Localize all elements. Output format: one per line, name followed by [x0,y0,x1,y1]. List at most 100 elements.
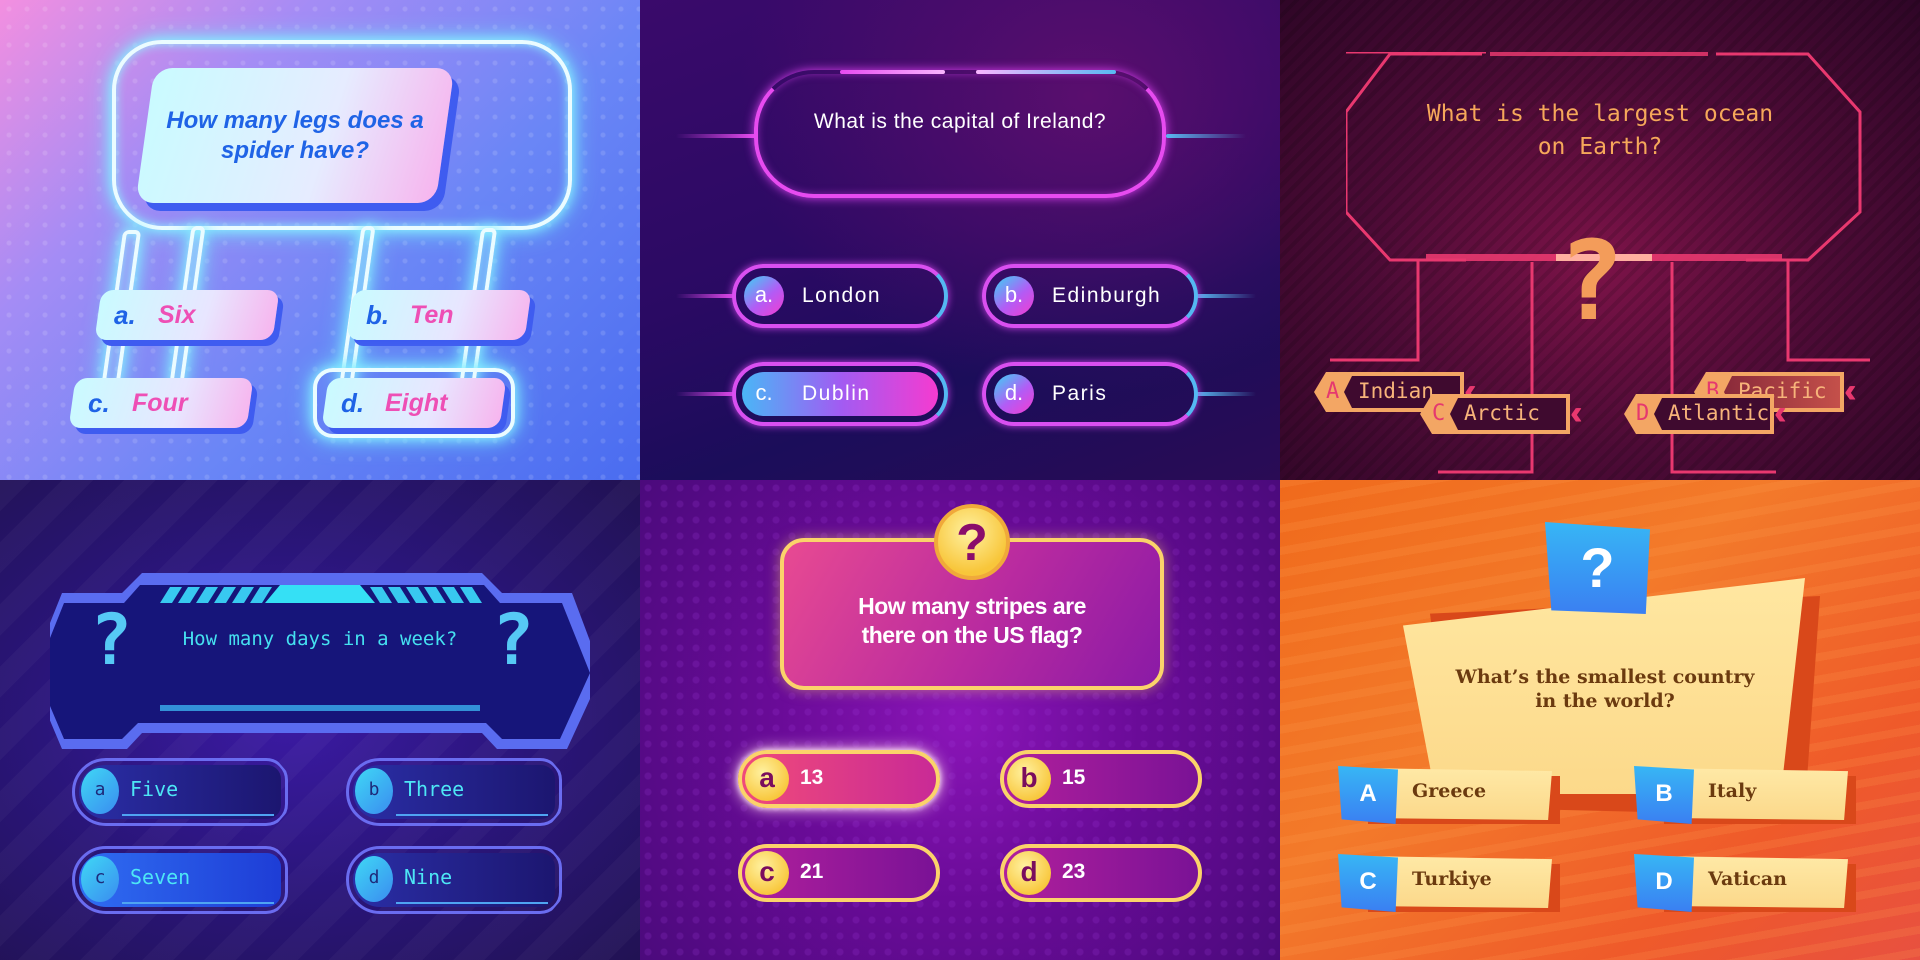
neon-line [840,70,945,74]
answer-a-selected[interactable]: a 13 [738,750,940,808]
answer-c-final[interactable]: C Arctic ‹‹ [1420,394,1600,434]
question-text: What is the largest ocean on Earth? [1360,98,1840,164]
answer-letter: b [355,768,393,814]
answer-text: Nine [404,865,453,889]
answer-a[interactable]: a. Six [94,290,280,340]
answer-text: Dublin [802,382,871,405]
answer-letter-badge: C [1338,854,1398,912]
answer-letter: d [1007,851,1051,895]
answer-d[interactable]: d. Paris [982,362,1198,426]
answer-letter: C [1432,401,1446,426]
answer-letter: a [745,757,789,801]
answer-text: Atlantic [1668,401,1770,425]
answer-d[interactable]: D Vatican [1634,852,1858,914]
quiz-panel-ireland: What is the capital of Ireland? a. Londo… [640,0,1280,480]
neon-line [676,392,736,396]
answer-b[interactable]: B Italy [1634,764,1858,826]
answer-b[interactable]: b. Ten [346,290,532,340]
answer-c[interactable]: c 21 [738,844,940,902]
question-line-1: What is the largest ocean [1426,101,1774,127]
neon-line [676,134,756,138]
answer-b[interactable]: b. Edinburgh [982,264,1198,328]
neon-line [676,294,736,298]
answer-a[interactable]: A Greece [1338,764,1562,826]
answer-text: Three [404,777,465,801]
chevron-left-icon: ‹‹ [1570,394,1582,432]
answer-letter: b. [366,300,390,330]
quiz-template-collage: How many legs does a spider have? a. Six… [0,0,1920,960]
neon-line [976,70,1116,74]
question-text: How many stripes are there on the US fla… [790,592,1154,650]
answer-text: Greece [1412,780,1487,802]
answer-c[interactable]: c. Four [68,378,254,428]
answer-d[interactable]: d Nine [346,846,562,914]
answer-letter: d [355,856,393,902]
answer-text: 23 [1062,860,1086,883]
answer-text: Five [130,777,179,801]
answer-letter: A [1326,379,1340,404]
answer-d-selected[interactable]: d. Eight [313,368,515,438]
answer-letter-badge: B [1634,766,1694,824]
answer-d[interactable]: d 23 [1000,844,1202,902]
answer-letter: D [1636,401,1650,426]
quiz-panel-ocean: What is the largest ocean on Earth? ? A … [1280,0,1920,480]
answer-b[interactable]: b Three [346,758,562,826]
answer-letter: d. [994,374,1034,414]
answer-c-selected[interactable]: c. Dublin [732,362,948,426]
neon-line [1196,392,1256,396]
question-text: What’s the smallest country in the world… [1440,665,1770,713]
quiz-panel-week: ? ? How many days in a week? a Five b Th… [0,480,640,960]
question-line-1: What’s the smallest country [1455,666,1755,688]
question-mark-icon: ? [1545,522,1650,614]
answer-a[interactable]: a Five [72,758,288,826]
answer-letter: b. [994,276,1034,316]
answer-text: Six [158,301,196,329]
quiz-panel-spider: How many legs does a spider have? a. Six… [0,0,640,480]
question-line-1: How many stripes are [858,593,1086,619]
answer-letter: b [1007,757,1051,801]
answer-text: Vatican [1708,868,1787,890]
answer-d[interactable]: D Atlantic ‹‹ [1624,394,1814,434]
answer-letter: a [81,768,119,814]
question-mark-icon: ? [934,504,1010,580]
neon-line [1196,294,1256,298]
answer-text: Eight [385,389,448,417]
underline [122,814,274,816]
question-text: What is the capital of Ireland? [813,110,1107,133]
question-line-2: there on the US flag? [861,622,1083,648]
question-text: How many days in a week? [182,628,458,650]
answer-c-selected[interactable]: c Seven [72,846,288,914]
answer-letter: a. [744,276,784,316]
answer-letter: a. [114,300,136,330]
answer-text: Arctic [1464,401,1540,425]
answer-text: Italy [1708,780,1757,802]
answer-a[interactable]: a. London [732,264,948,328]
answer-letter: c. [755,380,773,405]
answer-text: Ten [410,301,454,329]
answer-letter: c [745,851,789,895]
answer-text: Seven [130,865,191,889]
question-line-2: on Earth? [1537,134,1663,160]
underline [122,902,274,904]
answer-text: 15 [1062,766,1086,789]
underline [396,814,548,816]
answer-text: London [802,284,882,307]
underline [396,902,548,904]
quiz-panel-flag: ? How many stripes are there on the US f… [640,480,1280,960]
question-mark-icon: ? [1558,217,1625,345]
answer-letter-badge: D [1634,854,1694,912]
quiz-panel-country: ? What’s the smallest country in the wor… [1280,480,1920,960]
answer-c[interactable]: C Turkiye [1338,852,1562,914]
answer-letter: c. [88,388,110,418]
answer-letter: d. [341,388,365,418]
question-mark-icon: ? [90,599,133,681]
question-pill-frame [754,70,1166,198]
answer-b[interactable]: b 15 [1000,750,1202,808]
answer-letter: c [81,856,119,902]
neon-line [1166,134,1246,138]
answer-text: Paris [1052,382,1108,405]
question-text: How many legs does a spider have? [166,106,424,164]
answer-text: 21 [800,860,824,883]
answer-text: Four [132,389,188,417]
question-mark-icon: ? [492,599,535,681]
